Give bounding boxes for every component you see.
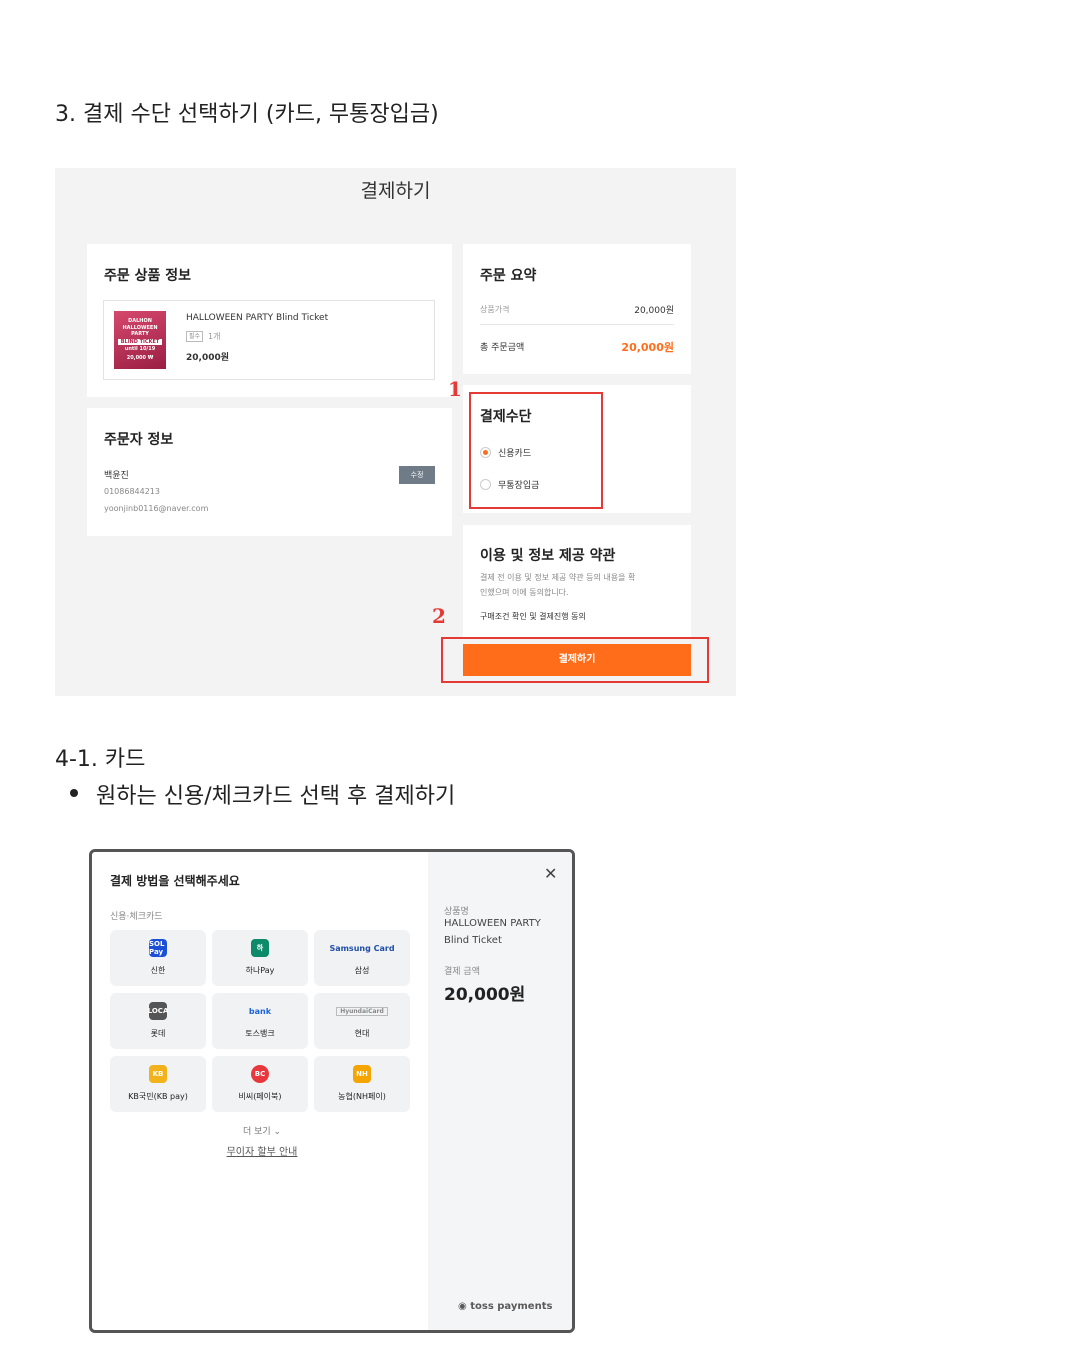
product-thumbnail: DALHON HALLOWEEN PARTY BLIND TICKET unti… [114, 311, 166, 369]
card-logo-text: KB [149, 1065, 167, 1083]
card-option-label: 롯데 [150, 1029, 166, 1038]
hana-icon: 하 [212, 938, 308, 958]
order-summary-card: 주문 요약 상품가격 20,000원 총 주문금액 20,000원 [463, 244, 691, 374]
card-logo-text: SOL Pay [149, 939, 167, 957]
thumb-text: DALHON [128, 318, 152, 324]
card-logo-text: BC [251, 1065, 269, 1083]
highlight-box-2 [441, 637, 709, 683]
payment-modal-screenshot: 결제 방법을 선택해주세요 신용·체크카드 SOL Pay 신한 하 하나Pay Sam… [89, 849, 575, 1333]
buyer-email: yoonjinb0116@naver.com [104, 504, 209, 513]
product-price: 20,000원 [186, 353, 230, 363]
terms-description: 인했으며 이에 동의합니다. [480, 588, 569, 597]
terms-card: 이용 및 정보 제공 약관 결제 전 이용 및 정보 제공 약관 등의 내용을 … [463, 525, 691, 637]
card-option-lotte[interactable]: LOCA 롯데 [110, 993, 206, 1049]
more-label[interactable]: 더 보기 [243, 1127, 271, 1137]
more-button[interactable]: 더 보기 ⌄ [92, 1124, 432, 1137]
thumb-text: 20,000 ₩ [126, 355, 154, 361]
terms-agree-label[interactable]: 구매조건 확인 및 결제진행 동의 [480, 611, 586, 622]
highlight-box-1 [469, 392, 603, 509]
hyundai-icon: HyundaiCard [314, 1001, 410, 1021]
order-item: DALHON HALLOWEEN PARTY BLIND TICKET unti… [103, 300, 435, 380]
marker-2: 2 [432, 604, 446, 628]
nh-icon: NH [314, 1064, 410, 1084]
card-logo-text: NH [353, 1065, 371, 1083]
card-option-nh[interactable]: NH 농협(NH페이) [314, 1056, 410, 1112]
thumb-text: HALLOWEEN PARTY [122, 325, 158, 337]
terms-description: 결제 전 이용 및 정보 제공 약관 등의 내용을 확 [480, 573, 636, 582]
edit-button[interactable]: 수정 [399, 466, 435, 484]
card-section-label: 신용·체크카드 [110, 912, 163, 922]
summary-title: 주문 요약 [480, 268, 537, 284]
order-sidebar: 상품명 HALLOWEEN PARTY Blind Ticket 결제 금액 2… [428, 852, 572, 1330]
bc-icon: BC [212, 1064, 308, 1084]
section-heading-4-1: 4-1. 카드 [55, 747, 146, 772]
card-logo-text: HyundaiCard [336, 1006, 388, 1016]
total-label: 총 주문금액 [480, 343, 525, 353]
checkout-screenshot: 결제하기 주문 상품 정보 DALHON HALLOWEEN PARTY BLI… [55, 168, 736, 696]
marker-1: 1 [448, 377, 462, 401]
toss-payments-logo: ◉ toss payments [458, 1301, 552, 1312]
modal-title: 결제 방법을 선택해주세요 [110, 874, 240, 888]
card-option-bc[interactable]: BC 비씨(페이북) [212, 1056, 308, 1112]
option-badge: 필수 [186, 331, 204, 342]
amount-label: 결제 금액 [444, 967, 480, 977]
product-name: HALLOWEEN PARTY Blind Ticket [186, 313, 329, 323]
card-option-samsung[interactable]: Samsung Card 삼성 [314, 930, 410, 986]
card-logo-text: Samsung Card [329, 943, 395, 953]
product-price-label: 상품가격 [480, 305, 510, 314]
product-price-value: 20,000원 [634, 306, 674, 316]
sidebar-product-name: Blind Ticket [444, 935, 502, 946]
card-option-tossbank[interactable]: bank 토스뱅크 [212, 993, 308, 1049]
sidebar-product-name: HALLOWEEN PARTY [444, 918, 541, 929]
order-info-card: 주문 상품 정보 DALHON HALLOWEEN PARTY BLIND TI… [87, 244, 452, 397]
order-info-title: 주문 상품 정보 [104, 268, 192, 284]
quantity: 1개 [208, 332, 221, 341]
summary-divider [480, 324, 674, 325]
thumb-text: BLIND TICKET [118, 339, 162, 345]
section-heading-3: 3. 결제 수단 선택하기 (카드, 무통장입금) [55, 102, 439, 127]
card-option-label: 현대 [354, 1029, 370, 1038]
card-option-hana[interactable]: 하하나Pay [212, 930, 308, 986]
card-option-shinhan[interactable]: SOL Pay 신한 [110, 930, 206, 986]
toss-icon: ◉ [458, 1301, 467, 1312]
buyer-info-card: 주문자 정보 백윤진 01086844213 yoonjinb0116@nave… [87, 408, 452, 536]
card-logo-text: LOCA [148, 1002, 168, 1020]
samsung-icon: Samsung Card [314, 938, 410, 958]
checkout-title: 결제하기 [360, 180, 431, 202]
card-logo-text: 하 [251, 939, 269, 957]
terms-title: 이용 및 정보 제공 약관 [480, 548, 616, 564]
brand-name: toss payments [470, 1301, 553, 1312]
payment-amount: 20,000원 [444, 985, 526, 1005]
card-option-label: 농협(NH페이) [338, 1092, 386, 1101]
thumb-text: until 10/19 [124, 346, 156, 352]
chevron-down-icon: ⌄ [273, 1127, 282, 1137]
card-option-label: 토스뱅크 [245, 1029, 275, 1038]
card-option-label: 하나Pay [245, 966, 275, 975]
card-option-hyundai[interactable]: HyundaiCard 현대 [314, 993, 410, 1049]
card-option-kb[interactable]: KB KB국민(KB pay) [110, 1056, 206, 1112]
card-option-label: 삼성 [354, 966, 370, 975]
installment-info-link[interactable]: 무이자 할부 안내 [92, 1143, 432, 1158]
lotte-icon: LOCA [110, 1001, 206, 1021]
buyer-name: 백윤진 [104, 471, 129, 481]
card-option-label: 비씨(페이북) [238, 1092, 282, 1101]
tossbank-icon: bank [212, 1001, 308, 1021]
bullet-text: 원하는 신용/체크카드 선택 후 결제하기 [96, 784, 456, 809]
buyer-phone: 01086844213 [104, 487, 160, 496]
card-option-label: 신한 [150, 966, 166, 975]
card-logo-text: bank [248, 1006, 272, 1016]
bullet-dot [70, 789, 78, 797]
total-value: 20,000원 [621, 341, 674, 354]
card-option-label: KB국민(KB pay) [128, 1092, 188, 1101]
kb-icon: KB [110, 1064, 206, 1084]
buyer-info-title: 주문자 정보 [104, 432, 174, 448]
close-icon[interactable]: ✕ [544, 864, 557, 883]
shinhan-icon: SOL Pay [110, 938, 206, 958]
